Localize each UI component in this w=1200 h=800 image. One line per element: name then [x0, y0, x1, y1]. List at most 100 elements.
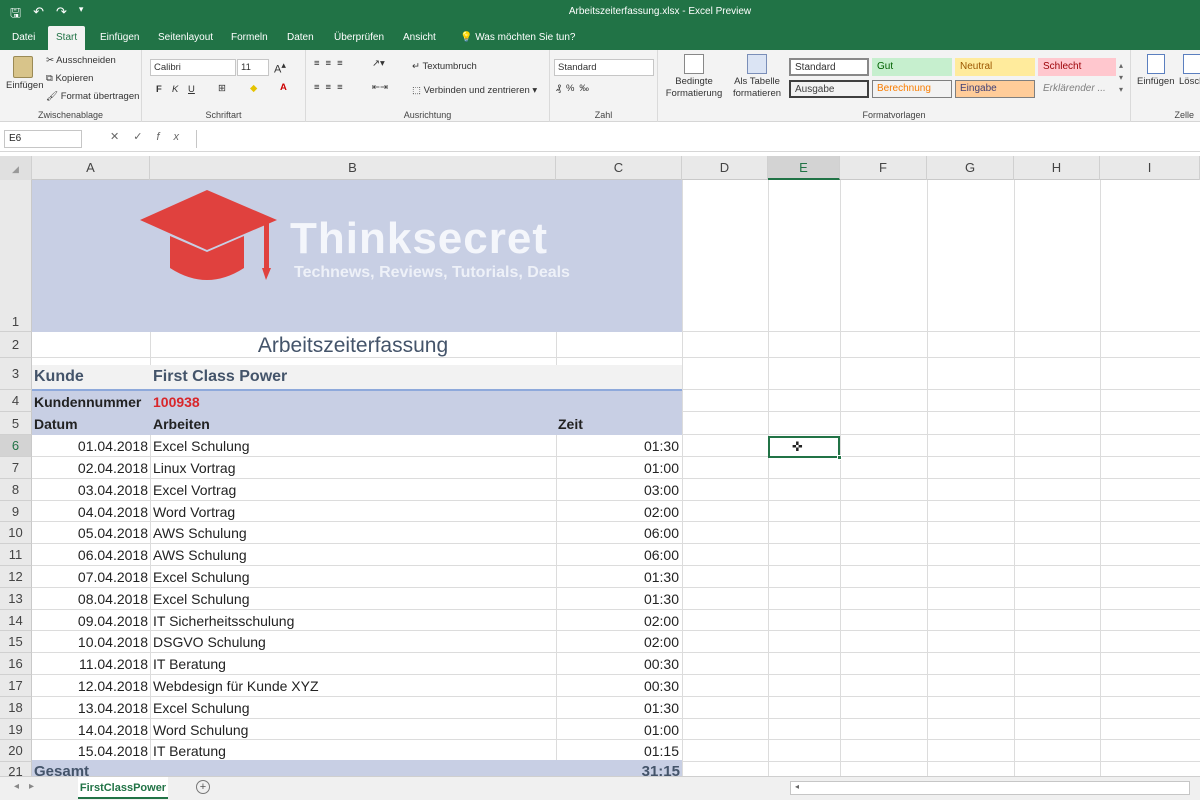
- entry-work[interactable]: Word Schulung: [153, 722, 248, 738]
- add-sheet-icon[interactable]: +: [196, 780, 210, 794]
- row-header-15[interactable]: 15: [0, 631, 32, 653]
- entry-work[interactable]: Webdesign für Kunde XYZ: [153, 678, 319, 694]
- borders-icon[interactable]: ⊞: [218, 83, 226, 94]
- style-schlecht[interactable]: Schlecht: [1038, 58, 1116, 76]
- entry-time[interactable]: 06:00: [556, 525, 679, 541]
- entry-date[interactable]: 12.04.2018: [32, 678, 148, 694]
- entry-work[interactable]: Excel Schulung: [153, 569, 250, 585]
- entry-work[interactable]: IT Sicherheitsschulung: [153, 613, 294, 629]
- row-header-5[interactable]: 5: [0, 412, 32, 435]
- sheet-nav-arrows[interactable]: ◂▸: [14, 781, 44, 792]
- font-name-select[interactable]: Calibri: [150, 59, 236, 76]
- entry-date[interactable]: 10.04.2018: [32, 634, 148, 650]
- row-header-19[interactable]: 19: [0, 719, 32, 740]
- style-erklaerend[interactable]: Erklärender ...: [1038, 80, 1116, 98]
- entry-work[interactable]: Excel Schulung: [153, 438, 250, 454]
- row-header-10[interactable]: 10: [0, 522, 32, 544]
- horizontal-align-icons[interactable]: ≡≡≡: [314, 82, 349, 93]
- fill-handle[interactable]: [837, 455, 842, 460]
- entry-time[interactable]: 02:00: [556, 613, 679, 629]
- entry-date[interactable]: 13.04.2018: [32, 700, 148, 716]
- merge-center-button[interactable]: ⬚ Verbinden und zentrieren ▾: [412, 85, 537, 96]
- tell-me-search[interactable]: 💡 Was möchten Sie tun?: [452, 26, 583, 50]
- row-header-12[interactable]: 12: [0, 566, 32, 588]
- tab-datei[interactable]: Datei: [4, 26, 43, 50]
- selected-cell-e6[interactable]: ✜: [768, 436, 842, 460]
- formula-input[interactable]: [196, 130, 1200, 148]
- font-color-icon[interactable]: A: [280, 82, 287, 93]
- entry-date[interactable]: 05.04.2018: [32, 525, 148, 541]
- fill-color-icon[interactable]: ◆: [250, 83, 257, 94]
- number-format-select[interactable]: Standard: [554, 59, 654, 76]
- sheet-tab-firstclasspower[interactable]: FirstClassPower: [78, 777, 168, 799]
- tab-daten[interactable]: Daten: [279, 26, 322, 50]
- formula-icons[interactable]: ✕✓fx: [110, 130, 193, 143]
- entry-time[interactable]: 01:00: [556, 722, 679, 738]
- row-header-11[interactable]: 11: [0, 544, 32, 566]
- row-header-1[interactable]: 1: [0, 180, 32, 332]
- style-neutral[interactable]: Neutral: [955, 58, 1035, 76]
- entry-time[interactable]: 01:30: [556, 569, 679, 585]
- row-header-4[interactable]: 4: [0, 390, 32, 412]
- style-ausgabe[interactable]: Ausgabe: [789, 80, 869, 98]
- entry-work[interactable]: Excel Schulung: [153, 591, 250, 607]
- number-format-icons[interactable]: ₰%‰: [556, 83, 594, 94]
- row-header-6[interactable]: 6: [0, 435, 32, 457]
- delete-cells-button[interactable]: Lösch: [1179, 54, 1200, 87]
- style-standard[interactable]: Standard: [789, 58, 869, 76]
- row-header-17[interactable]: 17: [0, 675, 32, 697]
- row-header-13[interactable]: 13: [0, 588, 32, 610]
- row-header-14[interactable]: 14: [0, 610, 32, 631]
- column-header-d[interactable]: D: [682, 156, 768, 180]
- format-as-table-button[interactable]: Als Tabelle formatieren: [728, 54, 786, 100]
- font-size-select[interactable]: 11: [237, 59, 269, 76]
- entry-work[interactable]: IT Beratung: [153, 656, 226, 672]
- bold-button[interactable]: F: [156, 84, 162, 95]
- entry-time[interactable]: 02:00: [556, 504, 679, 520]
- entry-time[interactable]: 01:30: [556, 700, 679, 716]
- entry-work[interactable]: AWS Schulung: [153, 547, 247, 563]
- entry-date[interactable]: 15.04.2018: [32, 743, 148, 759]
- entry-date[interactable]: 11.04.2018: [32, 656, 148, 672]
- column-header-c[interactable]: C: [556, 156, 682, 180]
- scroll-left-icon[interactable]: ◂: [791, 782, 803, 794]
- tab-ueberpruefen[interactable]: Überprüfen: [326, 26, 392, 50]
- row-header-21[interactable]: 21: [0, 762, 32, 776]
- entry-date[interactable]: 04.04.2018: [32, 504, 148, 520]
- styles-scroll-icon[interactable]: ▴ ▾ ▾: [1119, 60, 1123, 96]
- entry-date[interactable]: 02.04.2018: [32, 460, 148, 476]
- save-icon[interactable]: 🖫: [10, 4, 21, 26]
- entry-work[interactable]: AWS Schulung: [153, 525, 247, 541]
- column-header-i[interactable]: I: [1100, 156, 1200, 180]
- entry-time[interactable]: 00:30: [556, 656, 679, 672]
- tab-seitenlayout[interactable]: Seitenlayout: [150, 26, 221, 50]
- tab-ansicht[interactable]: Ansicht: [395, 26, 444, 50]
- row-header-3[interactable]: 3: [0, 358, 32, 390]
- insert-cells-button[interactable]: Einfügen: [1137, 54, 1175, 87]
- grow-font-icon[interactable]: A▴: [274, 60, 286, 76]
- entry-time[interactable]: 01:30: [556, 438, 679, 454]
- entry-date[interactable]: 07.04.2018: [32, 569, 148, 585]
- entry-work[interactable]: IT Beratung: [153, 743, 226, 759]
- underline-button[interactable]: U: [188, 84, 195, 95]
- style-berechnung[interactable]: Berechnung: [872, 80, 952, 98]
- column-header-g[interactable]: G: [927, 156, 1014, 180]
- entry-time[interactable]: 02:00: [556, 634, 679, 650]
- entry-time[interactable]: 06:00: [556, 547, 679, 563]
- worksheet-grid[interactable]: ◢ A B C D E F G H I 1 2 3 4 5 6 7 8 9 10 11 12 13 14 1…: [0, 156, 1200, 776]
- row-header-20[interactable]: 20: [0, 740, 32, 762]
- horizontal-scrollbar[interactable]: ◂: [790, 781, 1190, 795]
- cut-button[interactable]: ✂ Ausschneiden: [46, 55, 116, 66]
- tab-einfuegen[interactable]: Einfügen: [92, 26, 147, 50]
- entry-date[interactable]: 09.04.2018: [32, 613, 148, 629]
- indent-icons[interactable]: ⇤⇥: [372, 82, 388, 93]
- entry-date[interactable]: 14.04.2018: [32, 722, 148, 738]
- style-gut[interactable]: Gut: [872, 58, 952, 76]
- entry-date[interactable]: 08.04.2018: [32, 591, 148, 607]
- entry-time[interactable]: 01:15: [556, 743, 679, 759]
- conditional-format-button[interactable]: Bedingte Formatierung: [662, 54, 726, 100]
- column-header-e[interactable]: E: [768, 156, 840, 180]
- vertical-align-icons[interactable]: ≡≡≡: [314, 58, 349, 69]
- row-header-18[interactable]: 18: [0, 697, 32, 719]
- format-painter-button[interactable]: 🖌 Format übertragen: [46, 91, 139, 102]
